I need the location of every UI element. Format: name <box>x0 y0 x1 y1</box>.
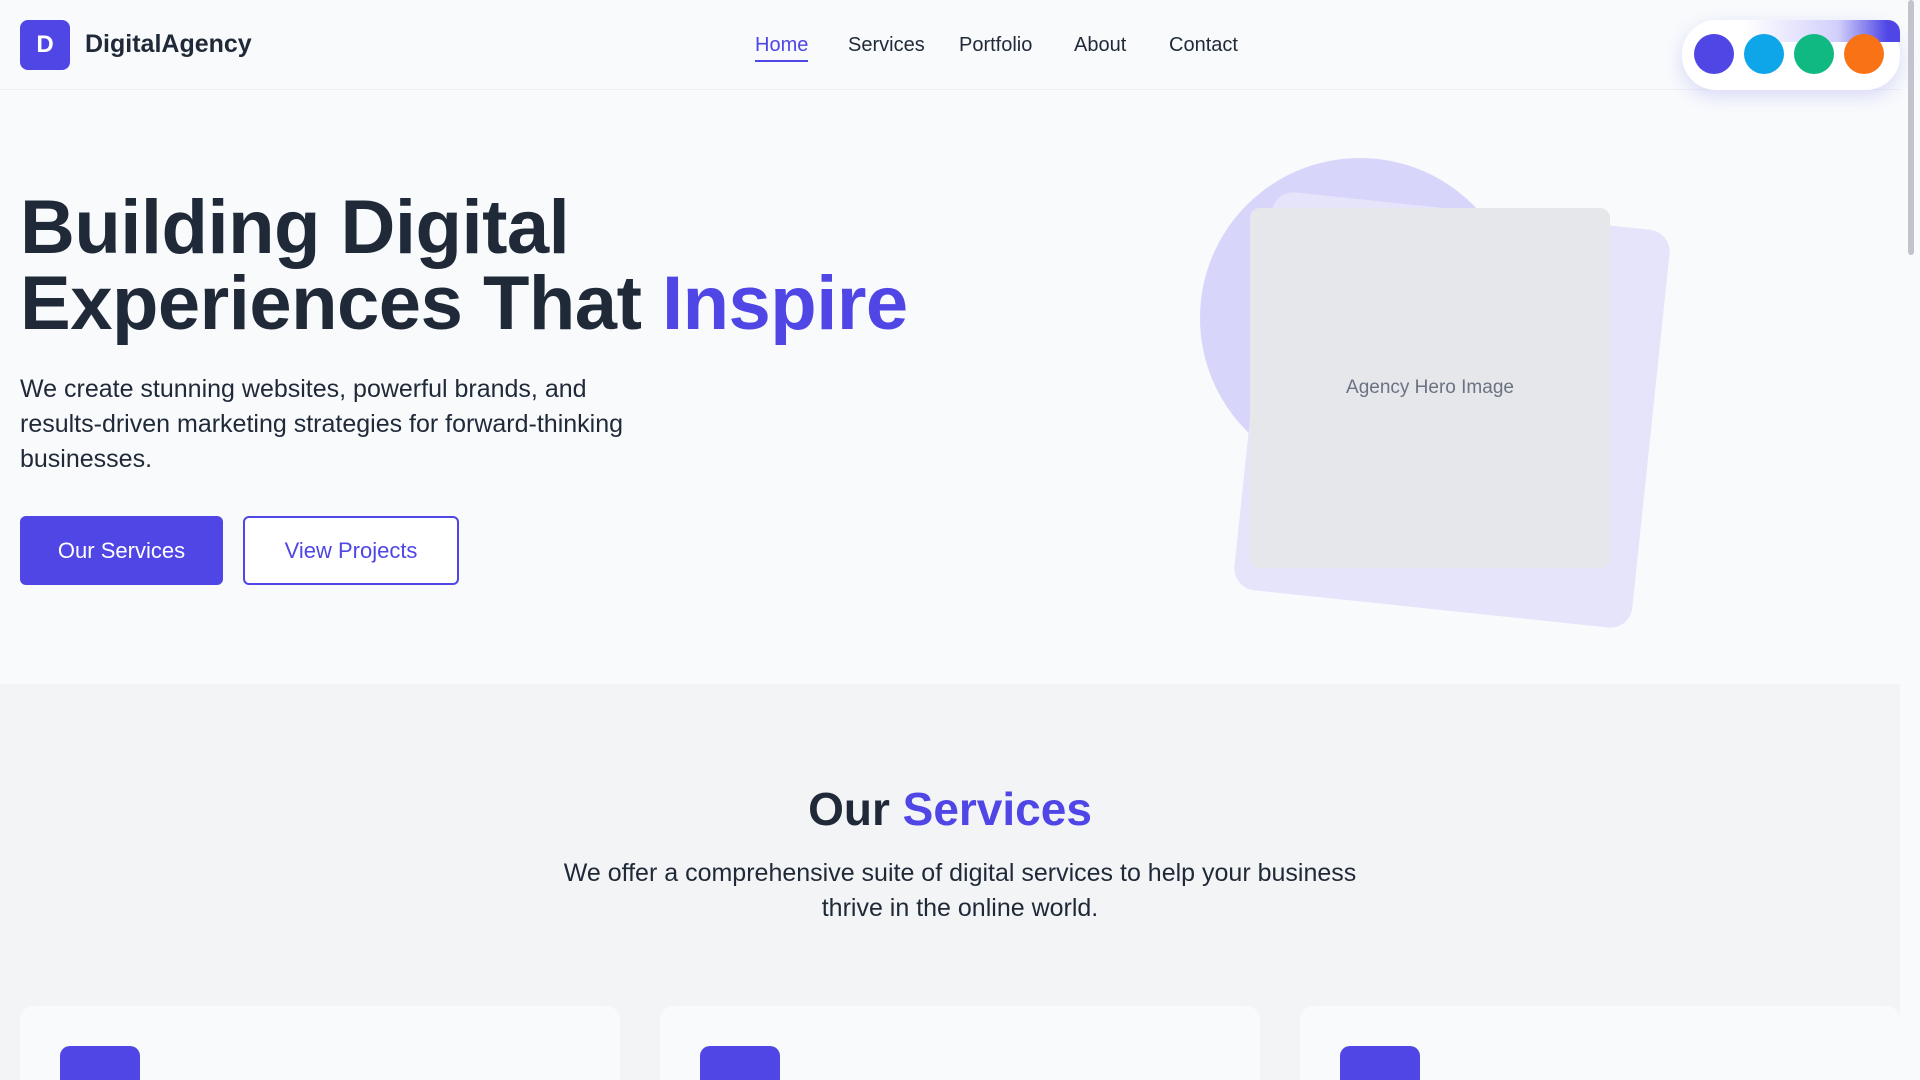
hero-title-line1: Building Digital <box>20 185 570 270</box>
service-card[interactable] <box>1300 1006 1900 1080</box>
page: D DigitalAgency Home Services Portfolio … <box>0 0 1920 1080</box>
nav-link-about[interactable]: About <box>1074 34 1126 57</box>
site-header: D DigitalAgency Home Services Portfolio … <box>0 0 1900 90</box>
nav-link-services[interactable]: Services <box>848 34 925 57</box>
our-services-button[interactable]: Our Services <box>20 516 223 585</box>
view-projects-button[interactable]: View Projects <box>243 516 459 585</box>
hero-title: Building Digital Experiences That Inspir… <box>20 190 920 342</box>
theme-swatch-indigo[interactable] <box>1694 34 1734 74</box>
hero-title-plain: Experiences That <box>20 261 662 346</box>
theme-swatch-sky[interactable] <box>1744 34 1784 74</box>
hero-title-accent: Inspire <box>662 261 908 346</box>
service-card[interactable] <box>20 1006 620 1080</box>
services-section: Our Services We offer a comprehensive su… <box>0 684 1900 1080</box>
nav-link-home[interactable]: Home <box>755 34 809 62</box>
services-title-accent: Services <box>902 783 1092 835</box>
service-icon <box>700 1046 780 1080</box>
service-icon <box>60 1046 140 1080</box>
service-icon <box>1340 1046 1420 1080</box>
nav-link-portfolio[interactable]: Portfolio <box>959 34 1032 57</box>
hero-title-line2: Experiences That Inspire <box>20 266 920 342</box>
main-nav: Home Services Portfolio About Contact <box>0 34 1900 64</box>
service-card[interactable] <box>660 1006 1260 1080</box>
services-subtitle: We offer a comprehensive suite of digita… <box>563 859 1357 922</box>
scrollbar[interactable] <box>1908 0 1914 255</box>
hero-image-label: Agency Hero Image <box>1346 377 1514 398</box>
theme-swatch-orange[interactable] <box>1844 34 1884 74</box>
hero-illustration: Agency Hero Image <box>1190 150 1690 650</box>
hero-subtitle: We create stunning websites, powerful br… <box>20 375 624 473</box>
services-title: Our Services <box>0 782 1900 836</box>
theme-color-switcher <box>1682 20 1900 90</box>
nav-link-contact[interactable]: Contact <box>1169 34 1238 57</box>
hero-image: Agency Hero Image <box>1250 208 1610 568</box>
theme-swatch-emerald[interactable] <box>1794 34 1834 74</box>
services-title-plain: Our <box>808 783 903 835</box>
